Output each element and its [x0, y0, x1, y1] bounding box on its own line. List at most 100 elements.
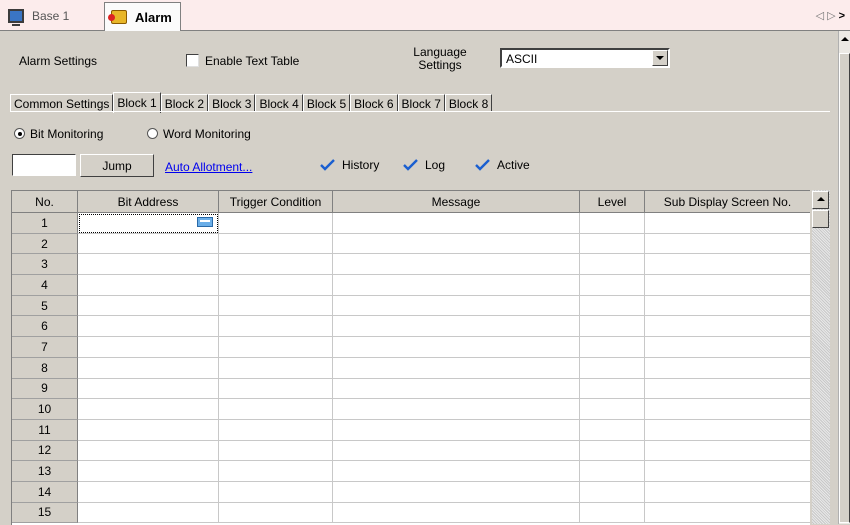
table-row[interactable]: 4 — [12, 275, 810, 296]
bit-monitoring-radio[interactable] — [14, 128, 25, 139]
col-sub-display-screen-no-cell[interactable] — [645, 482, 810, 503]
col-message-cell[interactable] — [333, 399, 580, 420]
col-message-cell[interactable] — [333, 481, 580, 503]
table-row[interactable]: 8 — [12, 357, 810, 379]
tab-more-icon[interactable]: > — [839, 10, 848, 22]
col-level-cell[interactable] — [580, 233, 645, 255]
col-trigger-condition-cell[interactable] — [219, 399, 333, 420]
history-check-icon[interactable] — [320, 159, 335, 171]
col-message-cell[interactable] — [333, 233, 580, 255]
table-row[interactable]: 2 — [12, 233, 810, 255]
col-level-cell[interactable] — [580, 254, 645, 276]
col-level-cell[interactable] — [580, 295, 645, 317]
table-row[interactable]: 3 — [12, 254, 810, 276]
col-trigger-condition-cell[interactable] — [219, 481, 333, 503]
col-level-cell[interactable] — [580, 419, 645, 441]
col-sub-display-screen-no-cell[interactable] — [645, 420, 810, 441]
table-row[interactable]: 6 — [12, 316, 810, 338]
tab-next-arrow-icon[interactable]: ▷ — [827, 10, 838, 22]
col-sub-display-screen-no-cell[interactable] — [645, 234, 810, 255]
col-level-cell[interactable] — [580, 378, 645, 400]
jump-button[interactable]: Jump — [80, 154, 154, 177]
col-sub-display-screen-no-cell[interactable] — [645, 399, 810, 420]
col-level-cell[interactable] — [580, 461, 645, 482]
col-message-cell[interactable] — [333, 378, 580, 400]
col-trigger-condition-cell[interactable] — [219, 337, 333, 358]
tab-base-1[interactable]: Base 1 — [8, 4, 69, 28]
col-bit-address-cell[interactable] — [78, 502, 219, 524]
col-trigger-condition-cell[interactable] — [219, 461, 333, 482]
col-trigger-condition-cell[interactable] — [219, 378, 333, 400]
enable-text-table-checkbox[interactable] — [186, 54, 199, 67]
col-message-cell[interactable] — [333, 275, 580, 296]
col-sub-display-screen-no-cell[interactable] — [645, 379, 810, 400]
tab-block-3[interactable]: Block 3 — [208, 94, 256, 112]
table-row[interactable]: 15 — [12, 502, 810, 524]
col-trigger-condition-cell[interactable] — [219, 254, 333, 276]
header-sub-display-screen-no[interactable]: Sub Display Screen No. — [645, 191, 810, 213]
col-trigger-condition-cell[interactable] — [219, 502, 333, 524]
tab-block-5[interactable]: Block 5 — [302, 94, 351, 112]
col-bit-address-cell[interactable] — [78, 440, 219, 462]
col-level-cell[interactable] — [580, 316, 645, 338]
col-trigger-condition-cell[interactable] — [219, 316, 333, 338]
col-sub-display-screen-no-cell[interactable] — [645, 503, 810, 524]
tab-block-4[interactable]: Block 4 — [255, 94, 303, 112]
col-sub-display-screen-no-cell[interactable] — [645, 337, 810, 358]
tab-block-1[interactable]: Block 1 — [113, 92, 161, 113]
col-sub-display-screen-no-cell[interactable] — [645, 275, 810, 296]
tab-block-2[interactable]: Block 2 — [160, 94, 209, 112]
col-bit-address-cell[interactable] — [78, 337, 219, 358]
col-level-cell[interactable] — [580, 337, 645, 358]
tab-block-8[interactable]: Block 8 — [444, 94, 493, 112]
col-message-cell[interactable] — [333, 419, 580, 441]
jump-input[interactable] — [12, 154, 76, 176]
active-check-icon[interactable] — [475, 159, 490, 171]
col-message-cell[interactable] — [333, 295, 580, 317]
col-trigger-condition-cell[interactable] — [219, 440, 333, 462]
table-row[interactable]: 9 — [12, 378, 810, 400]
header-trigger-condition[interactable]: Trigger Condition — [219, 191, 333, 213]
language-select[interactable]: ASCII — [500, 48, 670, 68]
table-row[interactable]: 13 — [12, 461, 810, 482]
col-sub-display-screen-no-cell[interactable] — [645, 316, 810, 338]
col-bit-address-cell[interactable] — [78, 357, 219, 379]
col-level-cell[interactable] — [580, 481, 645, 503]
col-level-cell[interactable] — [580, 275, 645, 296]
col-message-cell[interactable] — [333, 213, 580, 234]
tab-prev-arrow-icon[interactable]: ◁ — [816, 10, 827, 22]
col-bit-address-cell[interactable] — [78, 213, 219, 234]
col-trigger-condition-cell[interactable] — [219, 295, 333, 317]
col-level-cell[interactable] — [580, 357, 645, 379]
table-row[interactable]: 14 — [12, 481, 810, 503]
log-check-icon[interactable] — [403, 159, 418, 171]
header-bit-address[interactable]: Bit Address — [78, 191, 219, 213]
col-sub-display-screen-no-cell[interactable] — [645, 461, 810, 482]
col-sub-display-screen-no-cell[interactable] — [645, 254, 810, 276]
table-row[interactable]: 7 — [12, 337, 810, 358]
window-scroll-up-arrow-icon[interactable] — [839, 33, 850, 47]
tab-alarm[interactable]: Alarm — [104, 2, 181, 31]
auto-allotment-link[interactable]: Auto Allotment... — [165, 160, 252, 174]
col-sub-display-screen-no-cell[interactable] — [645, 213, 810, 234]
table-row[interactable]: 10 — [12, 399, 810, 420]
col-bit-address-cell[interactable] — [78, 233, 219, 255]
col-level-cell[interactable] — [580, 399, 645, 420]
col-bit-address-cell[interactable] — [78, 316, 219, 338]
header-message[interactable]: Message — [333, 191, 580, 213]
grid-scrollbar[interactable] — [812, 190, 830, 524]
header-no[interactable]: No. — [12, 191, 78, 213]
col-bit-address-cell[interactable] — [78, 399, 219, 420]
col-bit-address-cell[interactable] — [78, 461, 219, 482]
scroll-up-arrow-icon[interactable] — [812, 191, 829, 209]
col-level-cell[interactable] — [580, 213, 645, 234]
tab-block-7[interactable]: Block 7 — [397, 94, 445, 112]
window-scroll-thumb[interactable] — [839, 53, 850, 523]
address-input-icon[interactable] — [197, 217, 213, 227]
col-level-cell[interactable] — [580, 502, 645, 524]
col-trigger-condition-cell[interactable] — [219, 213, 333, 234]
word-monitoring-radio[interactable] — [147, 128, 158, 139]
col-message-cell[interactable] — [333, 357, 580, 379]
col-trigger-condition-cell[interactable] — [219, 357, 333, 379]
grid-scroll-thumb[interactable] — [812, 210, 829, 228]
